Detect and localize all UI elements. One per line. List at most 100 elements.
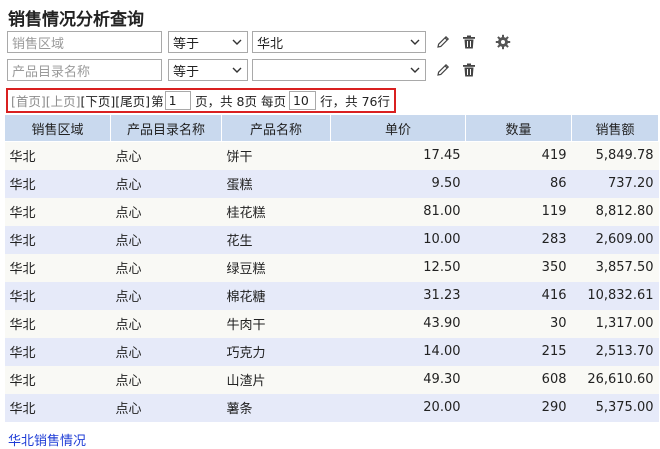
- pencil-icon[interactable]: [434, 33, 452, 51]
- chevron-down-icon: [232, 67, 242, 73]
- table-cell: 737.20: [571, 169, 659, 198]
- table-cell: 283: [465, 225, 572, 254]
- table-cell: 8,812.80: [571, 197, 659, 226]
- table-cell: 华北: [4, 337, 111, 366]
- column-header[interactable]: 销售区域: [4, 114, 111, 142]
- table-cell: 饼干: [221, 141, 331, 170]
- column-header[interactable]: 数量: [465, 114, 572, 142]
- table-cell: 华北: [4, 141, 111, 170]
- table-row: 华北 点心 巧克力 14.00 215 2,513.70: [4, 337, 659, 366]
- field-input[interactable]: 产品目录名称: [7, 59, 162, 81]
- table-cell: 17.45: [330, 141, 466, 170]
- table-row: 华北 点心 桂花糕 81.00 119 8,812.80: [4, 197, 659, 226]
- next-page-link[interactable]: [下页]: [81, 91, 116, 110]
- row-count-label: 行，共 76行: [320, 94, 390, 109]
- chevron-down-icon: [410, 67, 420, 73]
- trash-icon[interactable]: [460, 33, 478, 51]
- table-cell: 华北: [4, 253, 111, 282]
- table-row: 华北 点心 饼干 17.45 419 5,849.78: [4, 141, 659, 170]
- table-cell: 花生: [221, 225, 331, 254]
- page-title: 销售情况分析查询: [8, 10, 144, 30]
- table-body: 华北 点心 饼干 17.45 419 5,849.78 华北 点心 蛋糕 9.50 86 737.20…: [4, 141, 659, 422]
- column-header[interactable]: 产品名称: [221, 114, 331, 142]
- table-cell: 华北: [4, 169, 111, 198]
- table-cell: 华北: [4, 225, 111, 254]
- table-cell: 1,317.00: [571, 309, 659, 338]
- table-row: 华北 点心 蛋糕 9.50 86 737.20: [4, 169, 659, 198]
- table-cell: 点心: [110, 281, 222, 310]
- operator-select[interactable]: 等于: [168, 31, 248, 53]
- table-cell: 点心: [110, 309, 222, 338]
- table-cell: 点心: [110, 141, 222, 170]
- table-cell: 86: [465, 169, 572, 198]
- table-cell: 9.50: [330, 169, 466, 198]
- table-cell: 119: [465, 197, 572, 226]
- table-cell: 5,849.78: [571, 141, 659, 170]
- region-sales-link[interactable]: 华北销售情况: [8, 430, 86, 449]
- table-cell: 350: [465, 253, 572, 282]
- column-header[interactable]: 单价: [330, 114, 466, 142]
- sales-table: 销售区域 产品目录名称 产品名称 单价 数量 销售额 华北 点心 饼干 17.45 41…: [4, 114, 659, 422]
- table-header-row: 销售区域 产品目录名称 产品名称 单价 数量 销售额: [4, 114, 659, 142]
- table-cell: 绿豆糕: [221, 253, 331, 282]
- table-cell: 山渣片: [221, 365, 331, 394]
- first-page-link[interactable]: [首页]: [11, 91, 46, 110]
- operator-select[interactable]: 等于: [168, 59, 248, 81]
- table-cell: 31.23: [330, 281, 466, 310]
- table-cell: 2,609.00: [571, 225, 659, 254]
- chevron-down-icon: [410, 39, 420, 45]
- filter-row-1: 销售区域 等于 华北: [7, 31, 512, 53]
- table-cell: 华北: [4, 309, 111, 338]
- page-number-input[interactable]: 1: [164, 91, 192, 110]
- pencil-icon[interactable]: [434, 61, 452, 79]
- table-cell: 点心: [110, 253, 222, 282]
- table-cell: 华北: [4, 281, 111, 310]
- table-cell: 416: [465, 281, 572, 310]
- pager: [首页] [上页] [下页] [尾页] 第 1 页，共 8页 每页 10 行，共…: [6, 88, 396, 113]
- table-cell: 30: [465, 309, 572, 338]
- column-header[interactable]: 销售额: [571, 114, 659, 142]
- table-row: 华北 点心 牛肉干 43.90 30 1,317.00: [4, 309, 659, 338]
- field-input[interactable]: 销售区域: [7, 31, 162, 53]
- table-cell: 点心: [110, 225, 222, 254]
- table-cell: 蛋糕: [221, 169, 331, 198]
- operator-value: 等于: [173, 36, 200, 52]
- table-cell: 2,513.70: [571, 337, 659, 366]
- table-row: 华北 点心 棉花糖 31.23 416 10,832.61: [4, 281, 659, 310]
- table-cell: 桂花糕: [221, 197, 331, 226]
- value-select[interactable]: [252, 59, 426, 81]
- value-select[interactable]: 华北: [252, 31, 426, 53]
- table-cell: 14.00: [330, 337, 466, 366]
- table-cell: 点心: [110, 393, 222, 422]
- table-cell: 牛肉干: [221, 309, 331, 338]
- table-row: 华北 点心 花生 10.00 283 2,609.00: [4, 225, 659, 254]
- page-size-input[interactable]: 10: [288, 91, 317, 110]
- prev-page-link[interactable]: [上页]: [46, 91, 81, 110]
- page-count-label: 页，共 8页 每页: [195, 94, 286, 109]
- table-cell: 华北: [4, 393, 111, 422]
- chevron-down-icon: [232, 39, 242, 45]
- table-cell: 棉花糖: [221, 281, 331, 310]
- value-text: 华北: [257, 36, 284, 52]
- operator-value: 等于: [173, 64, 200, 80]
- table-cell: 12.50: [330, 253, 466, 282]
- last-page-link[interactable]: [尾页]: [115, 91, 150, 110]
- gear-icon[interactable]: [494, 33, 512, 51]
- page-prefix-label: 第: [151, 94, 164, 109]
- table-cell: 290: [465, 393, 572, 422]
- table-cell: 巧克力: [221, 337, 331, 366]
- table-cell: 10.00: [330, 225, 466, 254]
- table-row: 华北 点心 薯条 20.00 290 5,375.00: [4, 393, 659, 422]
- page: 销售情况分析查询 销售区域 等于 华北 产品目录名称 等于 [首页] [上页] …: [0, 0, 660, 449]
- table-cell: 49.30: [330, 365, 466, 394]
- table-cell: 5,375.00: [571, 393, 659, 422]
- trash-icon[interactable]: [460, 61, 478, 79]
- column-header[interactable]: 产品目录名称: [110, 114, 222, 142]
- table-row: 华北 点心 山渣片 49.30 608 26,610.60: [4, 365, 659, 394]
- table-cell: 419: [465, 141, 572, 170]
- filter-row-2: 产品目录名称 等于: [7, 59, 478, 81]
- table-cell: 华北: [4, 365, 111, 394]
- table-cell: 3,857.50: [571, 253, 659, 282]
- table-cell: 20.00: [330, 393, 466, 422]
- table-cell: 点心: [110, 365, 222, 394]
